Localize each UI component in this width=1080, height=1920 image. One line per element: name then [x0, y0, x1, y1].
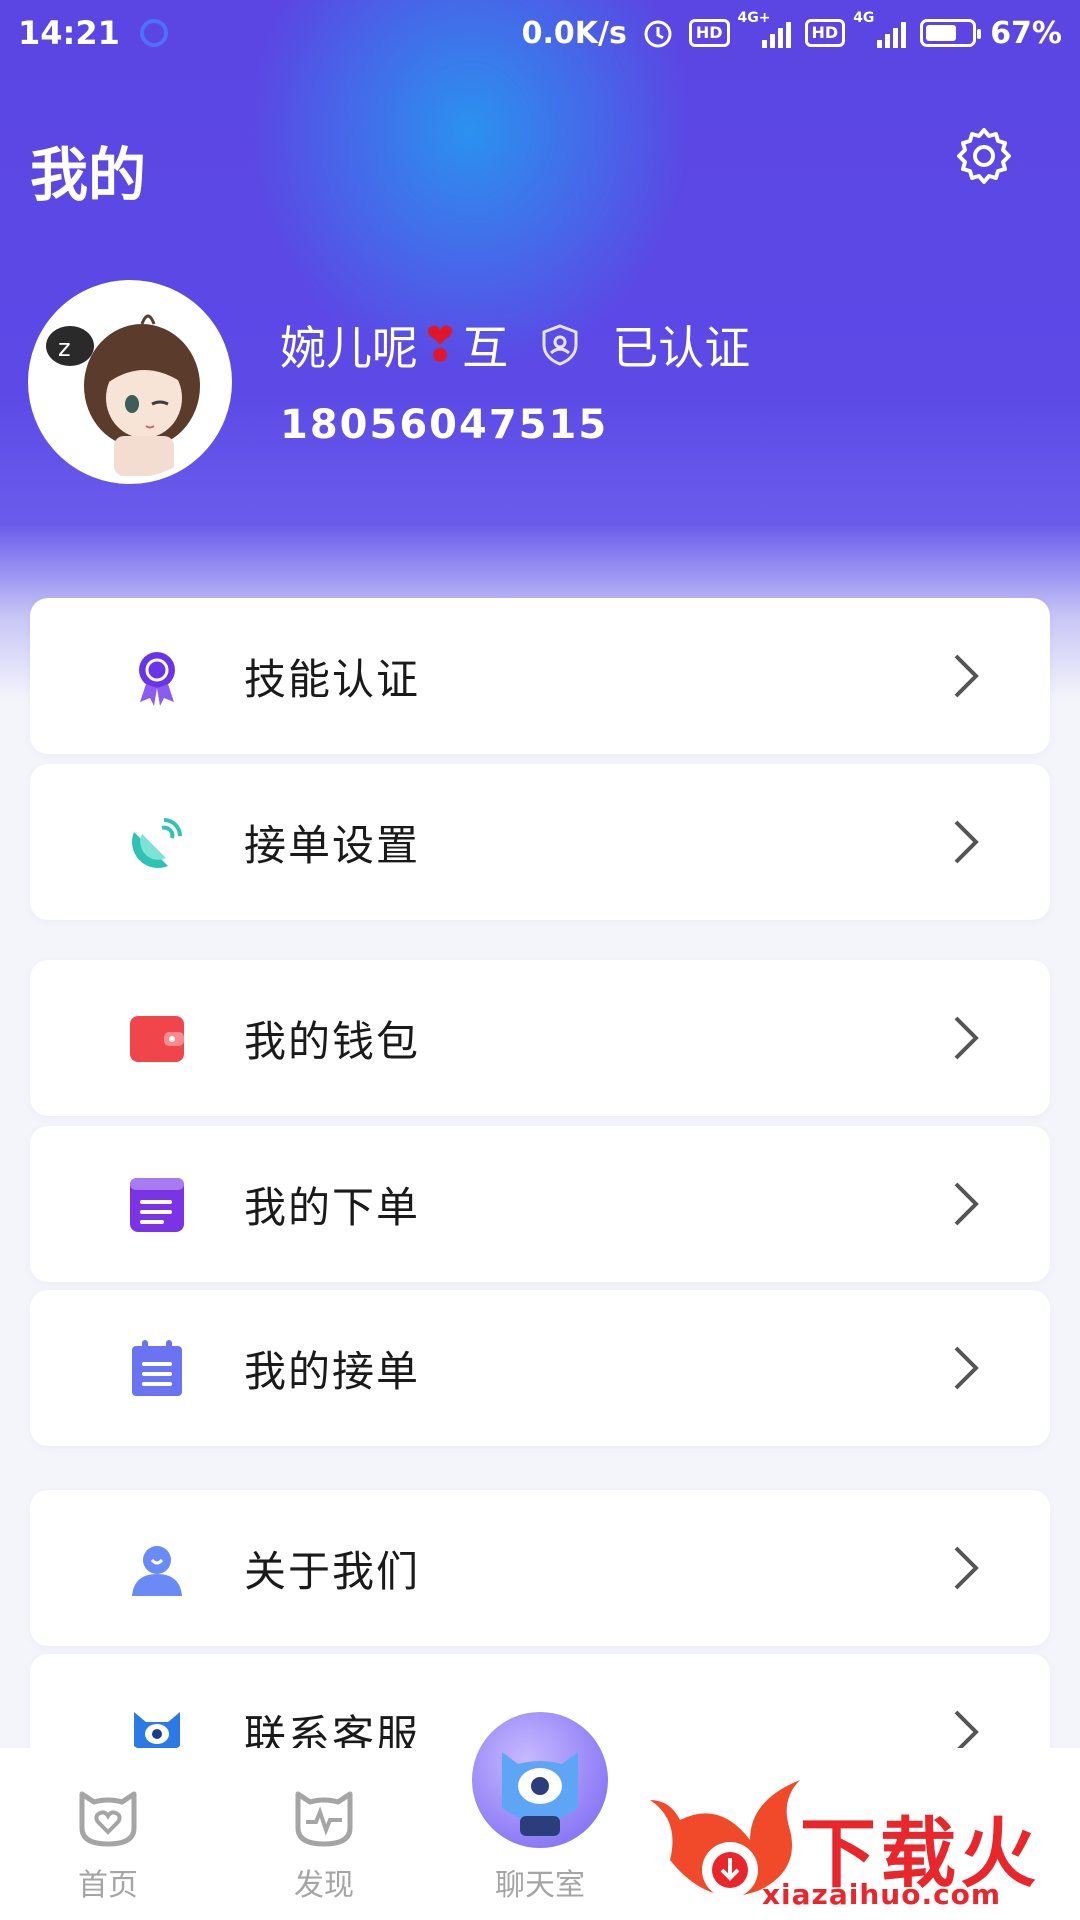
order-list-icon — [130, 1178, 184, 1232]
award-medal-icon — [139, 652, 175, 706]
cat-heart-icon — [79, 1791, 137, 1847]
menu-item-skill-certification[interactable]: 技能认证 — [30, 598, 1050, 754]
chatroom-center-button[interactable] — [472, 1712, 608, 1848]
menu-label: 关于我们 — [244, 1546, 421, 1596]
signal-label-2: 4G — [853, 10, 875, 26]
heart-emoji: ❣ — [420, 317, 461, 373]
username: 婉儿呢 — [280, 321, 418, 375]
verified-label: 已认证 — [612, 321, 751, 375]
chevron-right-icon — [954, 1016, 979, 1060]
battery-fill — [926, 25, 956, 41]
wallet-icon — [130, 1016, 184, 1062]
chevron-right-icon — [954, 820, 979, 864]
satellite-dish-icon — [132, 818, 182, 868]
person-info-icon — [132, 1546, 182, 1596]
chevron-right-icon — [954, 1546, 979, 1590]
battery-icon — [920, 19, 982, 47]
status-bar: 14:21 0.0K/s HD 4G+ HD 4G 67% — [0, 0, 1080, 66]
menu-item-my-accepted-orders[interactable]: 我的接单 — [30, 1290, 1050, 1446]
signal-label-1: 4G+ — [737, 10, 771, 26]
signal-icon-2: 4G — [853, 10, 907, 48]
hd-badge-2: HD — [804, 19, 846, 47]
menu-item-my-orders[interactable]: 我的下单 — [30, 1126, 1050, 1282]
watermark-url: xiazaihuo.com — [762, 1878, 1002, 1911]
svg-text:z: z — [58, 334, 71, 362]
menu-label: 技能认证 — [244, 654, 421, 704]
gear-icon[interactable] — [952, 124, 1016, 188]
network-speed: 0.0K/s — [521, 15, 627, 51]
avatar-image: z — [34, 286, 226, 478]
username-suffix: 互 — [462, 321, 509, 375]
hd-badge-1: HD — [688, 19, 730, 47]
chevron-right-icon — [954, 654, 979, 698]
tab-label: 发现 — [294, 1868, 354, 1903]
menu-label: 我的钱包 — [244, 1016, 421, 1066]
tab-home[interactable]: 首页 — [0, 1748, 216, 1920]
shield-verified-icon — [542, 324, 578, 366]
cat-cyclops-icon — [502, 1752, 578, 1836]
phone-number: 18056047515 — [280, 402, 609, 448]
loading-icon — [139, 19, 168, 47]
alarm-icon — [644, 20, 672, 48]
tab-discover[interactable]: 发现 — [216, 1748, 432, 1920]
chevron-right-icon — [954, 1346, 979, 1390]
username-row: 婉儿呢 ❣ 互 已认证 — [280, 312, 750, 378]
menu-label: 我的下单 — [244, 1182, 421, 1232]
chevron-right-icon — [954, 1182, 979, 1226]
battery-percent: 67% — [990, 15, 1062, 51]
signal-icon-1: 4G+ — [738, 10, 791, 48]
tab-label: 聊天室 — [495, 1868, 585, 1903]
menu-label: 接单设置 — [244, 820, 421, 870]
menu-item-about-us[interactable]: 关于我们 — [30, 1490, 1050, 1646]
status-time: 14:21 — [18, 14, 120, 52]
cat-pulse-icon — [295, 1791, 353, 1847]
menu-item-wallet[interactable]: 我的钱包 — [30, 960, 1050, 1116]
clipboard-icon — [132, 1340, 182, 1396]
tab-label: 首页 — [78, 1868, 138, 1903]
page-title: 我的 — [30, 141, 147, 209]
avatar[interactable]: z — [28, 280, 232, 484]
menu-label: 我的接单 — [244, 1346, 421, 1396]
menu-item-order-settings[interactable]: 接单设置 — [30, 764, 1050, 920]
